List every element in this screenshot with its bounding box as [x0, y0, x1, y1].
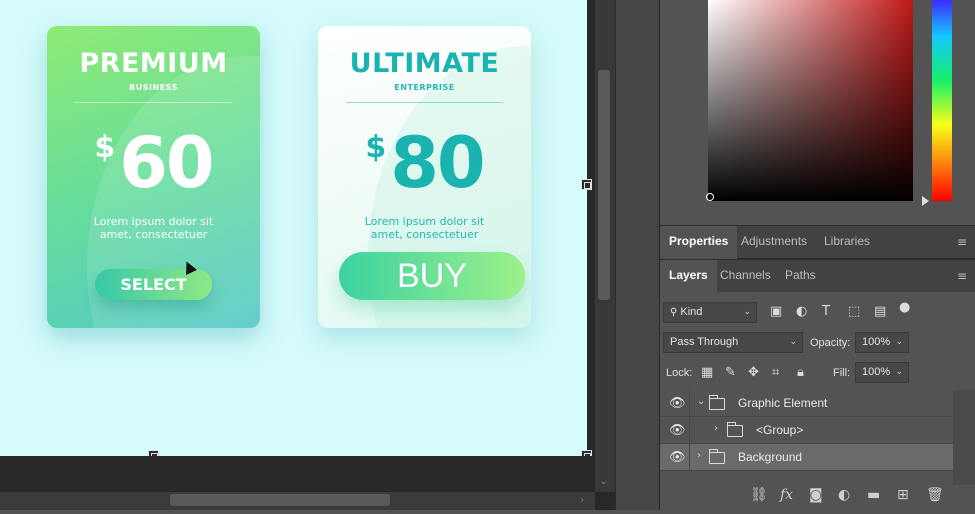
smart-object-filter-icon[interactable]: ▤ [874, 305, 886, 319]
layer-row-background[interactable]: 👁︎ › Background [660, 444, 953, 471]
card-divider [75, 102, 232, 103]
eye-column-divider [689, 417, 690, 444]
card-description: Lorem ipsum dolor sit amet, consectetuer [93, 215, 214, 241]
color-field[interactable] [708, 0, 913, 201]
card-subtitle: ENTERPRISE [394, 83, 455, 92]
folder-icon[interactable]: ▬ [867, 487, 880, 503]
lock-position-icon[interactable]: ✥ [748, 366, 759, 380]
layer-name: <Group> [756, 423, 804, 437]
layer-name: Graphic Element [738, 396, 828, 410]
buy-button[interactable]: BUY [339, 252, 525, 300]
hamburger-icon[interactable]: ≡ [957, 235, 967, 249]
filter-kind-value: Kind [680, 306, 703, 318]
type-filter-icon[interactable]: T [822, 305, 830, 319]
hamburger-icon[interactable]: ≡ [957, 269, 967, 283]
eye-icon[interactable]: 👁︎ [669, 396, 686, 411]
card-price: $80 [318, 122, 531, 204]
layer-row-graphic-element[interactable]: 👁︎ ⌄ Graphic Element [660, 390, 953, 417]
chevron-down-icon: ⌄ [743, 307, 751, 317]
eye-column-divider [689, 444, 690, 471]
card-price: $60 [47, 122, 260, 204]
card-divider [346, 102, 503, 103]
price-amount: 60 [119, 122, 214, 204]
card-subtitle: BUSINESS [129, 83, 178, 92]
tab-properties[interactable]: Properties [660, 226, 738, 259]
price-currency: $ [94, 130, 116, 165]
premium-pricing-card[interactable]: PREMIUM BUSINESS $60 Lorem ipsum dolor s… [47, 26, 260, 328]
adjustment-filter-icon[interactable]: ◐ [796, 305, 807, 319]
fill-value: 100% [862, 366, 891, 378]
layer-filter-select[interactable]: ⚲ Kind ⌄ [663, 302, 757, 323]
eye-icon[interactable]: 👁︎ [669, 423, 686, 438]
trash-icon[interactable]: 🗑︎ [926, 487, 944, 503]
chevron-down-icon: ⌄ [895, 367, 903, 377]
card-title: PREMIUM [79, 48, 228, 79]
scroll-right-icon[interactable]: › [580, 493, 584, 506]
hue-slider-marker-icon[interactable] [922, 196, 929, 206]
lock-image-icon[interactable]: ✎ [725, 366, 736, 380]
pasteboard [0, 456, 595, 492]
layers-scrollbar[interactable] [953, 390, 975, 485]
blend-mode-value: Pass Through [670, 336, 739, 348]
scroll-down-icon[interactable]: ⌄ [599, 474, 608, 487]
eye-column-divider [689, 390, 690, 417]
chevron-down-icon: ⌄ [789, 337, 797, 347]
image-filter-icon[interactable]: ▣ [770, 305, 782, 319]
chevron-down-icon[interactable]: ⌄ [697, 396, 705, 407]
color-picker-handle[interactable] [706, 193, 714, 201]
properties-tab-bar: Properties Adjustments Libraries ≡ [660, 225, 975, 259]
chevron-right-icon[interactable]: › [697, 450, 701, 461]
chevron-right-icon[interactable]: › [714, 423, 718, 434]
lock-all-icon[interactable]: 🔒︎ [797, 366, 804, 380]
layers-footer-toolbar: ⛓︎ fx ◙ ◐ ▬ ⊞ 🗑︎ [660, 485, 975, 510]
tab-layers[interactable]: Layers [660, 260, 717, 293]
chevron-down-icon: ⌄ [895, 337, 903, 347]
fill-field[interactable]: 100% ⌄ [855, 362, 909, 383]
window-bottom-border [0, 510, 975, 514]
folder-icon [709, 395, 725, 410]
fill-label: Fill: [833, 367, 851, 379]
fx-icon[interactable]: fx [780, 487, 793, 503]
layer-row-group[interactable]: 👁︎ › <Group> [660, 417, 953, 444]
folder-icon [709, 449, 725, 464]
card-title: ULTIMATE [349, 48, 500, 79]
price-currency: $ [365, 130, 387, 165]
card-description: Lorem ipsum dolor sit amet, consectetuer [364, 215, 485, 241]
horizontal-scroll-thumb[interactable] [170, 494, 390, 506]
blend-mode-select[interactable]: Pass Through ⌄ [663, 332, 803, 353]
folder-icon [727, 422, 743, 437]
lock-artboard-icon[interactable]: ⌗ [772, 366, 779, 380]
tab-libraries[interactable]: Libraries [815, 226, 879, 259]
layers-tab-bar: Layers Channels Paths ≡ [660, 259, 975, 293]
opacity-value: 100% [862, 336, 891, 348]
search-icon: ⚲ [670, 307, 678, 318]
vertical-scroll-thumb[interactable] [598, 70, 610, 300]
adjustment-icon[interactable]: ◐ [838, 487, 850, 503]
tab-channels[interactable]: Channels [711, 260, 780, 293]
lock-label: Lock: [666, 367, 693, 379]
panel-dock-strip [615, 0, 659, 514]
hue-slider[interactable] [932, 0, 952, 201]
lock-transparent-icon[interactable]: ▦ [701, 366, 713, 380]
opacity-label: Opacity: [810, 337, 851, 349]
transform-handle-icon[interactable] [581, 179, 592, 190]
layer-name: Background [738, 450, 803, 464]
ultimate-pricing-card[interactable]: ULTIMATE ENTERPRISE $80 Lorem ipsum dolo… [318, 26, 531, 328]
tab-adjustments[interactable]: Adjustments [732, 226, 816, 259]
mask-icon[interactable]: ◙ [809, 487, 823, 503]
photoshop-window: PREMIUM BUSINESS $60 Lorem ipsum dolor s… [0, 0, 975, 514]
document-canvas[interactable]: PREMIUM BUSINESS $60 Lorem ipsum dolor s… [0, 0, 587, 456]
opacity-field[interactable]: 100% ⌄ [855, 332, 909, 353]
tab-paths[interactable]: Paths [776, 260, 825, 293]
eye-icon[interactable]: 👁︎ [669, 450, 686, 465]
price-amount: 80 [390, 122, 485, 204]
select-button[interactable]: SELECT [95, 269, 212, 300]
shape-filter-icon[interactable]: ⬚ [848, 305, 860, 319]
filter-toggle-icon[interactable]: ● [899, 301, 910, 315]
new-layer-icon[interactable]: ⊞ [897, 487, 909, 503]
link-icon[interactable]: ⛓︎ [750, 487, 768, 503]
